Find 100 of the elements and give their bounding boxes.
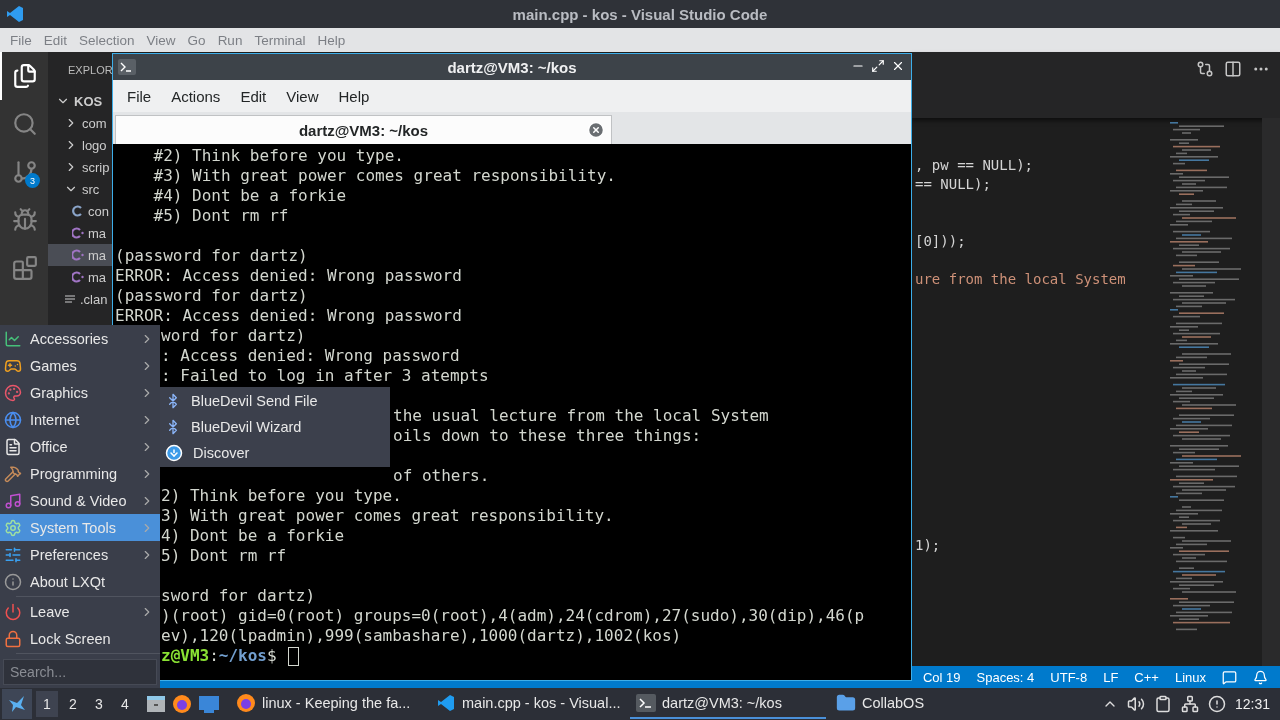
menu-item[interactable]: Programming [0,460,160,487]
feedback-icon[interactable] [1222,669,1237,685]
status-item[interactable]: Spaces: 4 [976,669,1035,685]
desktop-switch[interactable]: 3 [88,691,110,717]
search-field[interactable]: Search... [3,659,157,685]
tree-item[interactable]: .clan [48,288,112,310]
terminal-line: : Failed to log in after 3 atempts [161,366,489,385]
tree-item[interactable]: com [48,112,112,134]
desktop-switch[interactable]: 1 [36,691,58,717]
menu-item[interactable]: File [117,87,162,105]
terminal-line: 5) Dont rm rf [161,546,287,565]
window-icon[interactable] [198,694,220,714]
hammer-icon [4,464,22,483]
split-editor-icon[interactable] [1224,60,1242,78]
terminal-line: oils down to these three things: [393,426,702,445]
activity-button[interactable]: 3 [0,148,48,196]
c-file-icon [72,205,84,217]
terminal-line: (password for dartz) [115,246,308,265]
task-button[interactable]: CollabOS [830,689,1026,719]
terminal-line: #4) Dont be a forkie [152,186,347,205]
clock: 12:31 [1234,696,1270,712]
menu-item[interactable]: BlueDevil Wizard [160,414,390,440]
volume-icon[interactable] [1126,695,1145,713]
tree-item[interactable]: scrip [48,156,112,178]
terminal-line: #2) Think before you type. [152,146,404,165]
desktop-switch[interactable]: 4 [114,691,136,717]
sliders-icon [4,545,22,564]
lines-icon [64,293,76,305]
tree-item[interactable]: ma [48,222,112,244]
menu-item[interactable]: Actions [161,87,231,105]
code-editor-icon [6,5,24,23]
terminal-line: sword for dartz) [161,586,316,605]
window-title: main.cpp - kos - Visual Studio Code [512,5,768,23]
bug-icon [12,207,38,233]
shell-prompt: z@VM3:~/kos$ [161,646,278,666]
extensions-icon [12,255,38,281]
menu-item[interactable]: About LXQt [0,568,160,595]
menu-item[interactable]: Office [0,433,160,460]
tree-item[interactable]: logo [48,134,112,156]
file-cabinet-icon[interactable] [146,694,166,714]
menu-item[interactable]: Sound & Video [0,487,160,514]
palette-icon [4,383,22,402]
scrollbar[interactable] [1262,118,1280,666]
status-item[interactable]: LF [1103,669,1119,685]
status-item[interactable]: UTF-8 [1050,669,1088,685]
desktop-switch[interactable]: 2 [62,691,84,717]
close-icon[interactable] [891,59,905,73]
status-item[interactable]: Col 19 [922,669,961,685]
task-button[interactable]: main.cpp - kos - Visual... [430,689,626,719]
terminal-line: ev),120(lpadmin),999(sambashare),1000(dartz),1002(kos) [161,626,682,645]
text-cursor [288,646,300,666]
cpp-file-icon [72,271,84,283]
menu-item[interactable]: Graphics [0,379,160,406]
lock-icon [4,629,22,648]
menu-item[interactable]: View [276,87,329,105]
document-icon [4,437,22,456]
menu-item[interactable]: Leave [0,598,160,625]
tree-item[interactable]: con [48,200,112,222]
tree-item[interactable]: ma [48,244,112,266]
tree-item[interactable]: ma [48,266,112,288]
fox-globe-icon[interactable] [172,694,192,714]
menu-item[interactable]: Games [0,352,160,379]
menu-item[interactable]: Preferences [0,541,160,568]
code-line: == NULL); [914,175,992,194]
menu-item[interactable]: Lock Screen [0,625,160,652]
code-line: ure from the local System [914,270,1127,289]
menu-item[interactable]: Discover [160,440,390,466]
menu-item[interactable]: BlueDevil Send File [160,388,390,414]
compare-icon[interactable] [1196,60,1214,78]
status-item[interactable]: C++ [1134,669,1159,685]
status-item[interactable]: Linux [1174,669,1206,685]
tree-item[interactable]: KOS [48,90,112,112]
network-icon[interactable] [1180,695,1199,713]
folder-icon [836,693,856,713]
menu-item[interactable]: Accessories [0,325,160,352]
terminal-icon [118,59,136,75]
bell-icon[interactable] [1253,669,1268,685]
menu-item[interactable]: Help [328,87,380,105]
music-icon [4,491,22,510]
close-icon[interactable] [587,121,605,139]
terminal-line: of others. [393,466,490,485]
globe-icon [4,410,22,429]
terminal-line: 4) Dont be a forkie [161,526,345,545]
terminal-tab[interactable]: dartz@VM3: ~/kos [115,115,612,144]
task-button[interactable]: dartz@VM3: ~/kos [630,689,826,719]
cpp-file-icon [72,227,84,239]
terminal-line: the usual lecture from the local System [393,406,769,425]
task-button[interactable]: linux - Keeping the fa... [230,689,426,719]
menu-item[interactable]: Internet [0,406,160,433]
code-line: 1); [914,536,942,555]
terminal-line: ERROR: Access denied: Wrong password [115,266,462,285]
start-button[interactable] [2,689,32,719]
gear-icon [4,518,22,537]
tree-item[interactable]: src [48,178,112,200]
clipboard-icon[interactable] [1153,695,1172,713]
menu-item[interactable]: Edit [230,87,277,105]
terminal-line: )(root) gid=0(root) groups=0(root),4(adm),24(cdrom),27(sudo),30(dip),46(p [161,606,865,625]
maximize-icon[interactable] [871,59,885,73]
notification-icon[interactable] [1207,695,1226,713]
search-icon [12,111,38,137]
